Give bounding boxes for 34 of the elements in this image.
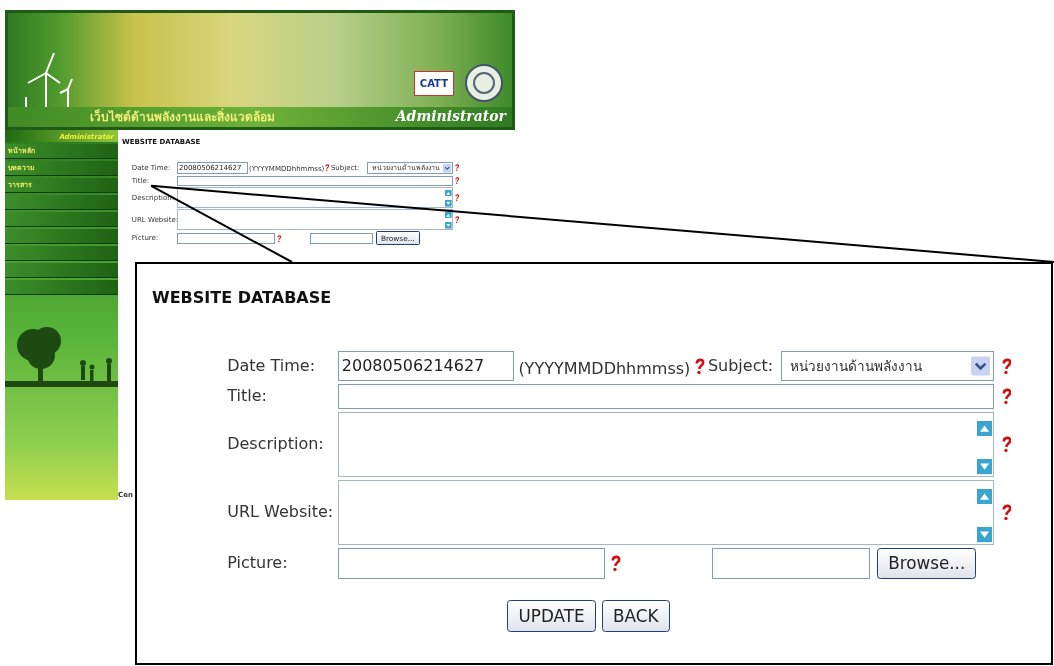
text-area-field[interactable] bbox=[337, 411, 994, 478]
text-area-field[interactable] bbox=[337, 479, 994, 546]
scroll-up-icon[interactable] bbox=[445, 211, 453, 219]
field-label: Description: bbox=[227, 433, 325, 456]
file-path-field[interactable] bbox=[711, 548, 871, 579]
chevron-down-icon[interactable] bbox=[971, 354, 991, 378]
role-title: Administrator bbox=[395, 107, 506, 126]
scroll-down-icon[interactable] bbox=[445, 222, 453, 229]
seal-icon bbox=[464, 63, 504, 103]
field-label: Date Time: bbox=[227, 355, 317, 377]
scroll-down-icon[interactable] bbox=[445, 200, 453, 207]
picture-field[interactable] bbox=[176, 232, 275, 245]
update-button[interactable]: UPDATE bbox=[507, 600, 596, 633]
subject-dropdown[interactable]: หน่วยงานด้านพลังงาน bbox=[781, 350, 994, 382]
browse-button[interactable]: Browse... bbox=[877, 547, 977, 580]
text-area-field[interactable] bbox=[176, 209, 454, 231]
title-field[interactable] bbox=[176, 176, 454, 186]
field-label: Subject: bbox=[707, 355, 774, 377]
scroll-down-icon[interactable] bbox=[976, 527, 992, 543]
format-hint: (YYYYMMDDhhmmss) bbox=[517, 358, 692, 381]
field-label: URL Website: bbox=[227, 501, 335, 524]
date-time-field[interactable]: 20080506214627 bbox=[337, 350, 514, 382]
site-tagline: เว็บไซต์ด้านพลังงานและสิ่งแวดล้อม bbox=[90, 108, 275, 126]
title-field[interactable] bbox=[337, 383, 994, 410]
scroll-down-icon[interactable] bbox=[976, 459, 992, 475]
back-button[interactable]: BACK bbox=[602, 600, 670, 633]
picture-field[interactable] bbox=[337, 548, 605, 579]
form-heading: WEBSITE DATABASE bbox=[152, 287, 333, 309]
text-area-field[interactable] bbox=[176, 187, 454, 209]
logo: CATT bbox=[413, 71, 454, 96]
field-label: Picture: bbox=[227, 552, 289, 575]
field-label: Title: bbox=[227, 385, 268, 408]
chevron-down-icon[interactable] bbox=[442, 162, 452, 174]
file-path-field[interactable] bbox=[309, 232, 373, 245]
